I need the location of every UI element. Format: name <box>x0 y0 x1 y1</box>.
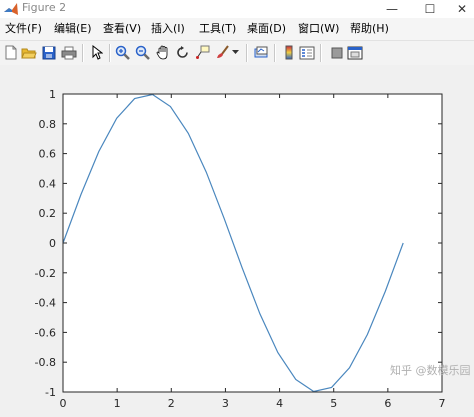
menu-help[interactable]: 帮助(H) <box>350 18 389 40</box>
legend-icon[interactable] <box>298 44 315 61</box>
hide-plot-tools-icon[interactable] <box>328 44 345 61</box>
y-tick-label: -0.8 <box>35 356 56 369</box>
menu-tools[interactable]: 工具(T) <box>199 18 236 40</box>
y-tick-label: 0.8 <box>39 118 57 131</box>
y-tick-label: 0 <box>49 237 56 250</box>
title-bar: Figure 2 — ☐ ✕ <box>0 0 474 19</box>
menu-view[interactable]: 查看(V) <box>103 18 141 40</box>
toolbar-separator <box>109 44 111 62</box>
toolbar-separator <box>82 44 84 62</box>
y-tick-label: 0.6 <box>39 148 57 161</box>
colorbar-icon[interactable] <box>280 44 297 61</box>
menu-file[interactable]: 文件(F) <box>5 18 42 40</box>
y-tick-label: -0.4 <box>35 297 56 310</box>
y-tick-labels: -1 -0.8 -0.6 -0.4 -0.2 0 0.2 0.4 0.6 0.8 1 <box>35 88 56 399</box>
y-tick-label: -1 <box>45 386 56 399</box>
save-icon[interactable] <box>40 44 57 61</box>
watermark-text: 知乎 @数模乐园 <box>390 364 471 377</box>
menu-edit[interactable]: 编辑(E) <box>54 18 92 40</box>
menu-bar: 文件(F) 编辑(E) 查看(V) 插入(I) 工具(T) 桌面(D) 窗口(W… <box>0 18 474 40</box>
print-icon[interactable] <box>60 44 77 61</box>
zoom-in-icon[interactable] <box>114 44 131 61</box>
open-file-icon[interactable] <box>20 44 37 61</box>
y-tick-label: -0.2 <box>35 267 56 280</box>
minimize-button[interactable]: — <box>378 0 406 18</box>
window-title: Figure 2 <box>22 1 67 14</box>
maximize-button[interactable]: ☐ <box>416 0 444 18</box>
y-tick-label: 0.4 <box>39 177 57 190</box>
x-tick-label: 1 <box>114 397 121 410</box>
brush-icon[interactable] <box>214 44 231 61</box>
x-tick-label: 2 <box>168 397 175 410</box>
figure-toolbar <box>0 40 474 66</box>
x-tick-label: 7 <box>439 397 446 410</box>
menu-insert[interactable]: 插入(I) <box>151 18 185 40</box>
matlab-logo-icon <box>3 1 19 17</box>
toolbar-separator <box>274 44 276 62</box>
x-tick-label: 0 <box>60 397 67 410</box>
show-plot-tools-icon[interactable] <box>346 44 363 61</box>
select-arrow-icon[interactable] <box>88 44 105 61</box>
data-cursor-icon[interactable] <box>194 44 211 61</box>
toolbar-separator <box>320 44 322 62</box>
y-tick-label: 0.2 <box>39 207 57 220</box>
x-tick-label: 4 <box>276 397 283 410</box>
x-tick-labels: 0 1 2 3 4 5 6 7 <box>60 397 446 410</box>
menu-window[interactable]: 窗口(W) <box>298 18 339 40</box>
new-figure-icon[interactable] <box>2 44 19 61</box>
y-tick-label: -0.6 <box>35 326 56 339</box>
toolbar-separator <box>246 44 248 62</box>
axes-background <box>63 94 442 392</box>
pan-hand-icon[interactable] <box>154 44 171 61</box>
close-button[interactable]: ✕ <box>448 0 474 18</box>
y-tick-label: 1 <box>49 88 56 101</box>
x-tick-label: 3 <box>222 397 229 410</box>
x-tick-label: 6 <box>384 397 391 410</box>
x-tick-label: 5 <box>330 397 337 410</box>
chevron-down-icon[interactable] <box>230 44 240 61</box>
menu-desktop[interactable]: 桌面(D) <box>247 18 286 40</box>
zoom-out-icon[interactable] <box>134 44 151 61</box>
rotate-3d-icon[interactable] <box>174 44 191 61</box>
link-plot-icon[interactable] <box>252 44 269 61</box>
